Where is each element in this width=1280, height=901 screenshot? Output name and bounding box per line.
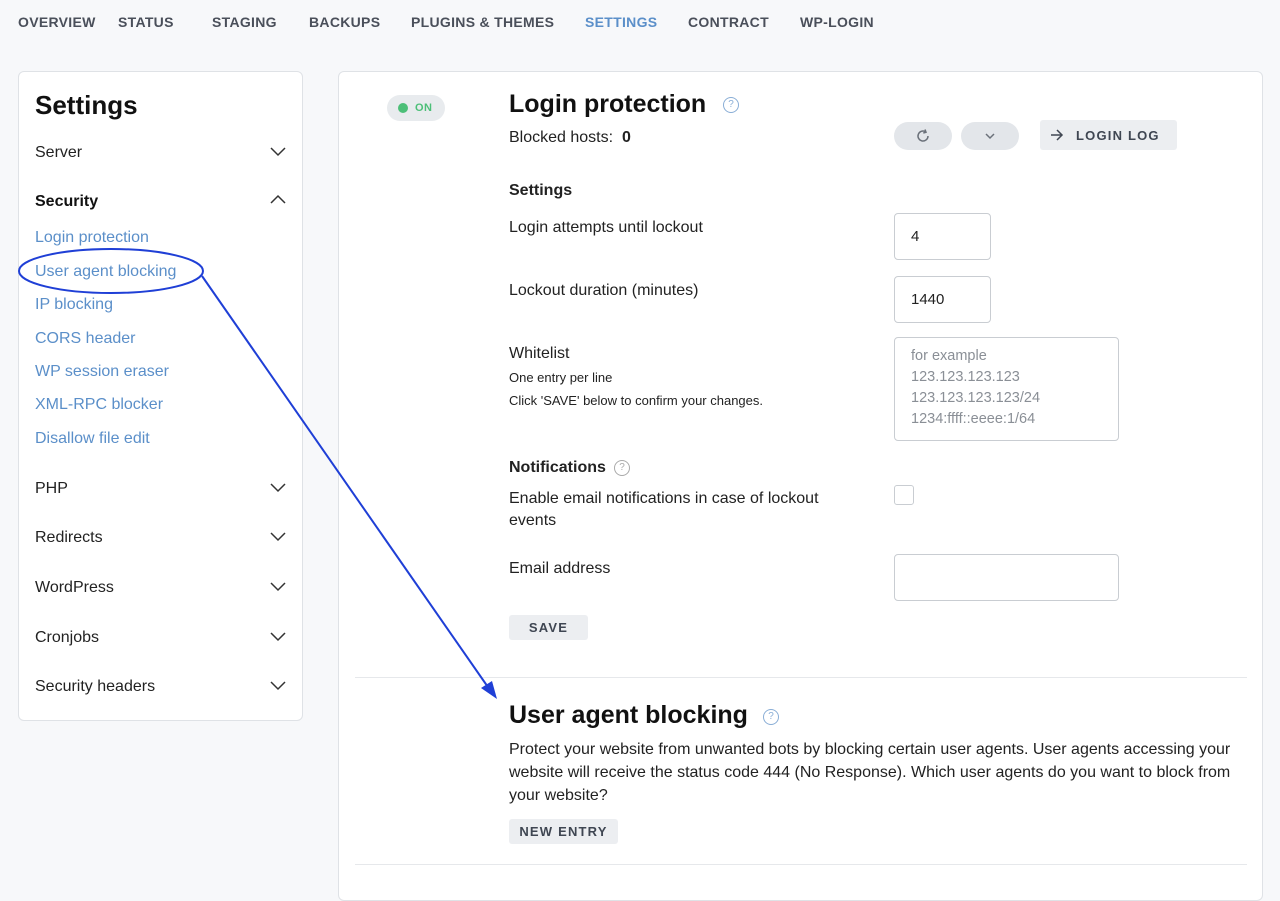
chevron-down-icon <box>270 483 286 493</box>
chevron-down-icon <box>270 632 286 642</box>
whitelist-hint-2: Click 'SAVE' below to confirm your chang… <box>509 393 763 408</box>
sidebar-section-label: Server <box>35 144 83 161</box>
chevron-up-icon <box>270 194 286 204</box>
chevron-down-icon <box>270 582 286 592</box>
sidebar-section-label: Cronjobs <box>35 629 100 646</box>
sidebar-item-disallow-file-edit[interactable]: Disallow file edit <box>35 430 150 448</box>
tab-contract[interactable]: CONTRACT <box>688 14 769 30</box>
lockout-duration-input[interactable] <box>894 276 991 323</box>
login-protection-toggle[interactable]: ON <box>387 95 445 121</box>
login-log-button[interactable]: LOGIN LOG <box>1040 120 1177 150</box>
help-icon[interactable]: ? <box>614 460 630 476</box>
settings-heading: Settings <box>509 182 573 199</box>
sidebar-section-cronjobs[interactable]: Cronjobs <box>35 627 287 651</box>
whitelist-hint-1: One entry per line <box>509 370 613 385</box>
login-protection-title: Login protection <box>509 90 707 118</box>
sidebar-section-redirects[interactable]: Redirects <box>35 527 287 551</box>
sidebar-section-security[interactable]: Security <box>35 191 287 215</box>
dropdown-button[interactable] <box>961 122 1019 150</box>
chevron-down-icon <box>985 133 995 140</box>
top-navigation: OVERVIEW STATUS STAGING BACKUPS PLUGINS … <box>0 0 1280 44</box>
whitelist-textarea[interactable] <box>894 337 1119 441</box>
sidebar-item-xml-rpc-blocker[interactable]: XML-RPC blocker <box>35 396 163 414</box>
tab-settings[interactable]: SETTINGS <box>585 14 657 30</box>
refresh-button[interactable] <box>894 122 952 150</box>
sidebar-item-user-agent-blocking[interactable]: User agent blocking <box>35 263 176 281</box>
save-button[interactable]: SAVE <box>509 615 588 640</box>
refresh-icon <box>917 129 929 142</box>
sidebar-section-label: Security headers <box>35 678 156 695</box>
lockout-duration-label: Lockout duration (minutes) <box>509 282 699 299</box>
attempts-label: Login attempts until lockout <box>509 219 703 236</box>
blocked-hosts-count: 0 <box>622 129 631 146</box>
tab-plugins-themes[interactable]: PLUGINS & THEMES <box>411 14 554 30</box>
sidebar-item-ip-blocking[interactable]: IP blocking <box>35 296 113 314</box>
tab-wp-login[interactable]: WP-LOGIN <box>800 14 874 30</box>
email-address-input[interactable] <box>894 554 1119 601</box>
sidebar-section-label: Security <box>35 193 99 210</box>
user-agent-blocking-description: Protect your website from unwanted bots … <box>509 741 1231 804</box>
sidebar-section-wordpress[interactable]: WordPress <box>35 577 287 601</box>
blocked-hosts-label: Blocked hosts: <box>509 129 614 146</box>
arrow-right-icon <box>1051 129 1064 141</box>
sidebar-section-label: Redirects <box>35 529 103 546</box>
login-log-label: LOGIN LOG <box>1076 128 1160 143</box>
sidebar-item-wp-session-eraser[interactable]: WP session eraser <box>35 363 169 381</box>
email-notifications-label: Enable email notifications in case of lo… <box>509 490 819 529</box>
section-divider <box>355 864 1247 865</box>
sidebar-title: Settings <box>35 90 138 120</box>
tab-overview[interactable]: OVERVIEW <box>18 14 96 30</box>
section-divider <box>355 677 1247 678</box>
notifications-heading: Notifications <box>509 459 606 476</box>
chevron-down-icon <box>270 532 286 542</box>
settings-sidebar: Settings Server Security Login protectio… <box>18 71 303 721</box>
login-attempts-input[interactable] <box>894 213 991 260</box>
new-entry-button[interactable]: NEW ENTRY <box>509 819 618 844</box>
email-address-label: Email address <box>509 560 611 577</box>
sidebar-section-security-headers[interactable]: Security headers <box>35 676 287 700</box>
whitelist-label: Whitelist <box>509 345 570 362</box>
settings-main-panel: ON Login protection ? Blocked hosts: 0 L… <box>338 71 1263 901</box>
sidebar-section-php[interactable]: PHP <box>35 478 287 502</box>
sidebar-section-server[interactable]: Server <box>35 142 287 166</box>
toggle-label: ON <box>415 102 433 114</box>
sidebar-item-cors-header[interactable]: CORS header <box>35 330 136 348</box>
help-icon[interactable]: ? <box>763 709 779 725</box>
help-icon[interactable]: ? <box>723 97 739 113</box>
tab-staging[interactable]: STAGING <box>212 14 277 30</box>
chevron-down-icon <box>270 681 286 691</box>
chevron-down-icon <box>270 147 286 157</box>
status-dot <box>398 103 408 113</box>
email-notifications-checkbox[interactable] <box>894 485 914 505</box>
sidebar-section-label: PHP <box>35 480 68 497</box>
tab-backups[interactable]: BACKUPS <box>309 14 380 30</box>
tab-status[interactable]: STATUS <box>118 14 174 30</box>
sidebar-item-login-protection[interactable]: Login protection <box>35 229 149 247</box>
sidebar-section-label: WordPress <box>35 579 114 596</box>
user-agent-blocking-title: User agent blocking <box>509 701 748 729</box>
